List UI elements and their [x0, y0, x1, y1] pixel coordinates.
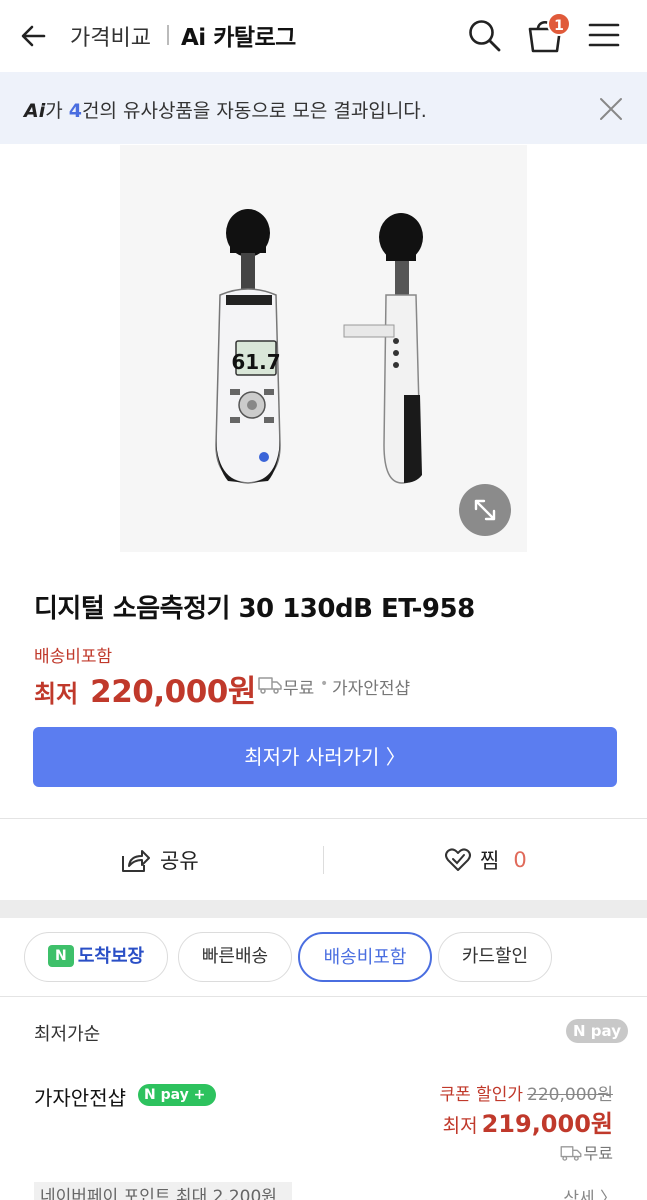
- close-icon[interactable]: [598, 96, 624, 122]
- offer-lowest-price[interactable]: 최저 219,000원: [443, 1104, 613, 1139]
- detail-link[interactable]: 상세 〉: [563, 1184, 617, 1200]
- share-button[interactable]: 공유: [120, 845, 199, 875]
- coupon-price: 쿠폰 할인가 220,000원: [439, 1085, 613, 1105]
- offer-seller-name[interactable]: 가자안전샵: [34, 1082, 126, 1111]
- truck-icon: [258, 677, 282, 694]
- truck-icon: [560, 1146, 581, 1161]
- filter-card-discount[interactable]: 카드할인: [438, 932, 552, 982]
- seller-name[interactable]: 가자안전샵: [332, 674, 410, 699]
- wishlist-count: 0: [513, 848, 527, 872]
- dot-separator: •: [320, 676, 329, 692]
- search-icon[interactable]: [466, 17, 502, 53]
- ai-banner-text: Ai가 4건의 유사상품을 자동으로 모은 결과입니다.: [24, 100, 427, 122]
- hamburger-menu-icon[interactable]: [588, 20, 620, 50]
- npay-point-info: 네이버페이 포인트 최대 2,200원: [34, 1182, 292, 1200]
- cart-count-badge: 1: [547, 12, 571, 36]
- expand-image-button[interactable]: [459, 484, 511, 536]
- ai-catalog-title: Ai 카탈로그: [181, 25, 296, 51]
- shipping-included-label: 배송비포함: [34, 647, 113, 667]
- action-divider: [323, 846, 324, 874]
- share-icon: [122, 850, 150, 872]
- lowest-price: 최저 220,000원: [34, 674, 256, 710]
- filter-arrival-guarantee[interactable]: N 도착보장: [24, 932, 168, 982]
- sort-selector[interactable]: 최저가순: [34, 1020, 100, 1046]
- divider: [0, 996, 647, 997]
- ai-banner: Ai가 4건의 유사상품을 자동으로 모은 결과입니다.: [0, 72, 647, 144]
- price-compare-link[interactable]: 가격비교: [70, 20, 151, 52]
- heart-icon: [445, 848, 471, 871]
- n-delivery-icon: N: [47, 945, 74, 967]
- offer-shipping: 무료: [560, 1140, 613, 1164]
- wishlist-button[interactable]: 찜 0: [444, 845, 527, 875]
- section-separator: [0, 900, 647, 918]
- divider: [0, 818, 647, 819]
- product-title: 디지털 소음측정기 30 130dB ET-958: [34, 594, 475, 624]
- free-shipping-text: 무료: [283, 679, 315, 699]
- npay-plus-badge: N pay +: [138, 1084, 216, 1106]
- header-divider: [167, 25, 169, 45]
- expand-arrows-icon: [474, 499, 496, 521]
- buy-lowest-button[interactable]: 최저가 사러가기 〉: [33, 727, 617, 787]
- npay-filter-toggle[interactable]: N pay: [566, 1019, 628, 1043]
- top-header: 가격비교 Ai 카탈로그 1: [0, 0, 647, 72]
- back-arrow-icon[interactable]: [18, 20, 50, 52]
- filter-fast-delivery[interactable]: 빠른배송: [178, 932, 292, 982]
- filter-shipping-included[interactable]: 배송비포함: [298, 932, 432, 982]
- share-label: 공유: [160, 849, 199, 873]
- meter-display-reading: 61.7: [231, 350, 280, 374]
- wishlist-label: 찜: [480, 849, 500, 873]
